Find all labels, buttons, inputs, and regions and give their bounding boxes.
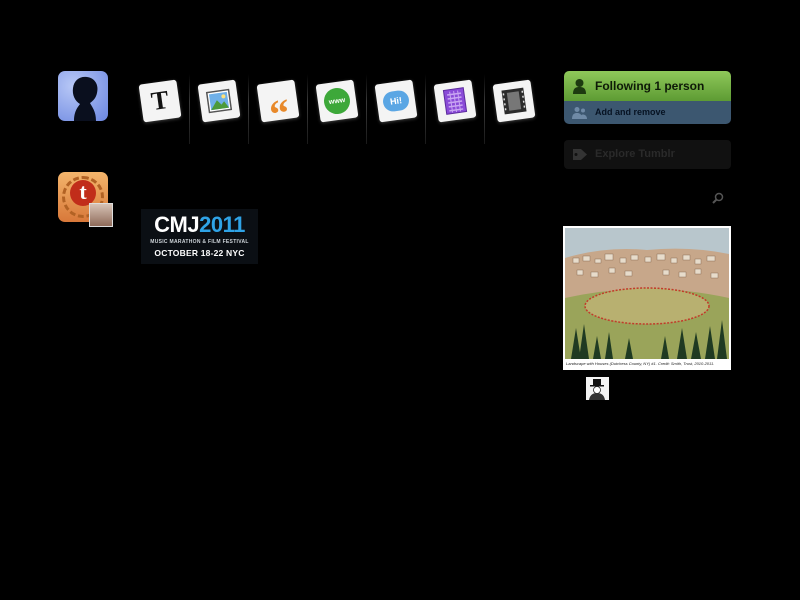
explore-tumblr-button[interactable]: Explore Tumblr xyxy=(564,140,731,169)
link-www-icon: www xyxy=(316,80,359,123)
add-remove-button[interactable]: Add and remove xyxy=(564,101,731,124)
person-silhouette-icon xyxy=(72,76,98,121)
link-post-ticket: www xyxy=(315,79,359,123)
following-button[interactable]: Following 1 person xyxy=(564,71,731,101)
photo-post-ticket xyxy=(197,79,241,123)
chat-bubble-icon: Hi! xyxy=(375,80,418,123)
search-icon[interactable] xyxy=(711,191,725,205)
secondary-avatar-thumbnail[interactable] xyxy=(89,203,113,227)
artwork-caption: Landscape with Houses (Dutchess County, … xyxy=(566,361,715,366)
text-t-icon: T xyxy=(149,84,171,117)
people-icon xyxy=(572,107,587,119)
cmj-banner-subtitle: MUSIC MARATHON & FILM FESTIVAL xyxy=(150,239,249,245)
post-quote-button[interactable]: “ xyxy=(250,70,308,145)
user-avatar[interactable] xyxy=(58,71,108,121)
chat-post-ticket: Hi! xyxy=(374,79,418,123)
cmj-banner-title: CMJ2011 xyxy=(154,212,245,237)
quote-post-ticket: “ xyxy=(256,79,300,137)
person-icon xyxy=(573,79,586,94)
video-post-ticket xyxy=(492,79,536,123)
audio-post-ticket xyxy=(433,79,477,123)
featured-artwork-image[interactable]: Landscape with Houses (Dutchess County, … xyxy=(563,226,731,370)
tumblr-blog-avatar[interactable]: t xyxy=(58,172,113,227)
cmj-banner-dates: OCTOBER 18-22 NYC xyxy=(154,248,245,258)
follower-avatar[interactable] xyxy=(586,377,609,400)
following-label: Following 1 person xyxy=(595,79,705,93)
post-audio-button[interactable] xyxy=(427,70,485,145)
post-link-button[interactable]: www xyxy=(309,70,367,145)
cmj-2011-banner[interactable]: CMJ2011 MUSIC MARATHON & FILM FESTIVAL O… xyxy=(141,209,258,264)
audio-record-icon xyxy=(434,80,477,123)
top-hat-figure-icon xyxy=(586,377,609,400)
landscape-painting xyxy=(565,228,729,359)
photo-icon xyxy=(198,80,241,123)
post-chat-button[interactable]: Hi! xyxy=(368,70,426,145)
post-video-button[interactable] xyxy=(486,70,544,145)
following-box: Following 1 person Add and remove xyxy=(564,71,731,124)
post-type-toolbar: T “ www Hi! xyxy=(132,70,548,145)
quote-icon: “ xyxy=(266,89,293,137)
text-post-ticket: T xyxy=(138,79,182,123)
post-photo-button[interactable] xyxy=(191,70,249,145)
add-remove-label: Add and remove xyxy=(595,107,666,117)
tag-icon xyxy=(573,149,587,160)
explore-label: Explore Tumblr xyxy=(595,148,675,160)
post-text-button[interactable]: T xyxy=(132,70,190,145)
film-strip-icon xyxy=(493,80,536,123)
